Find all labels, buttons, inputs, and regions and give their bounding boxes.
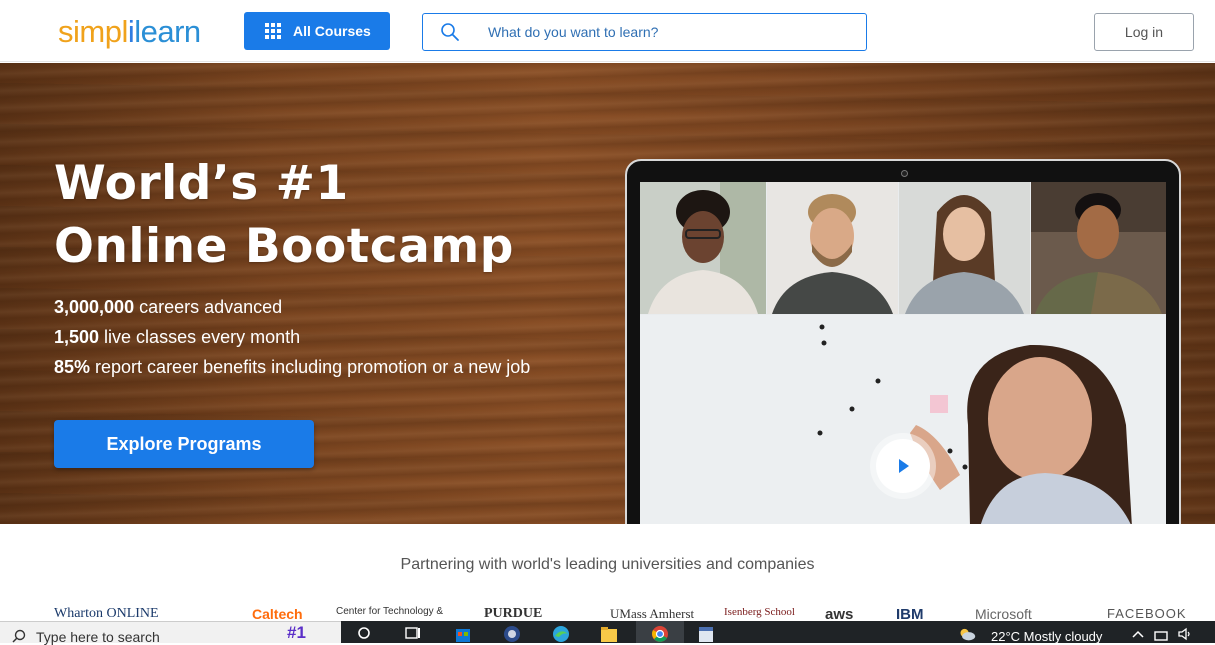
file-explorer-icon[interactable] <box>600 624 618 642</box>
taskbar-weather-text[interactable]: 22°C Mostly cloudy <box>991 629 1102 644</box>
partner-logos-strip: Wharton ONLINE Caltech Center for Techno… <box>0 606 1215 621</box>
partners-heading: Partnering with world's leading universi… <box>400 556 815 573</box>
video-call-screen <box>640 182 1166 524</box>
participant-tile-1 <box>640 182 766 314</box>
store-icon[interactable] <box>454 624 472 642</box>
taskbar-search-icon <box>12 629 26 643</box>
all-courses-label: All Courses <box>293 23 371 39</box>
participant-tile-2 <box>767 182 898 314</box>
partner-logo-purdue: PURDUE <box>484 606 543 621</box>
hero-title: World’s #1 Online Bootcamp <box>54 152 514 278</box>
network-icon[interactable] <box>1152 624 1170 642</box>
chevron-up-icon[interactable] <box>1129 624 1147 642</box>
presenter-video <box>640 315 1166 524</box>
partner-logo-umass: UMass Amherst <box>610 606 695 621</box>
edge-icon[interactable] <box>552 624 570 642</box>
stat-value: 3,000,000 <box>54 297 135 317</box>
taskbar-promo-badge: #1 <box>287 623 306 642</box>
simplilearn-logo[interactable]: simplilearn <box>58 14 201 50</box>
login-button[interactable]: Log in <box>1094 13 1194 51</box>
play-icon <box>899 459 909 473</box>
partner-logo-isenberg: Isenberg School <box>724 606 795 618</box>
search-icon <box>441 23 459 41</box>
hero-stats: 3,000,000 careers advanced 1,500 live cl… <box>54 292 530 382</box>
all-courses-button[interactable]: All Courses <box>244 12 390 50</box>
windows-taskbar: Type here to search #1 22°C Mostly cloud… <box>0 621 1215 645</box>
task-view-icon[interactable] <box>404 624 422 642</box>
top-navbar: simplilearn All Courses Log in <box>0 0 1215 62</box>
stat-benefits: 85% report career benefits including pro… <box>54 352 530 382</box>
explore-programs-button[interactable]: Explore Programs <box>54 420 314 468</box>
chrome-taskbar-button[interactable] <box>636 621 684 643</box>
partner-logo-aws: aws <box>825 606 854 621</box>
app-icon[interactable] <box>503 624 521 642</box>
partner-logo-facebook: FACEBOOK <box>1107 606 1187 621</box>
notepad-app-icon[interactable] <box>697 624 715 642</box>
search-input[interactable] <box>488 24 838 40</box>
stat-text: report career benefits including promoti… <box>90 357 531 377</box>
stat-value: 85% <box>54 357 91 377</box>
weather-cloudy-icon[interactable] <box>958 624 976 642</box>
participant-tile-4 <box>1031 182 1166 314</box>
volume-icon[interactable] <box>1176 624 1194 642</box>
chrome-icon <box>652 626 668 642</box>
partner-logo-ibm: IBM <box>896 606 924 621</box>
stat-value: 1,500 <box>54 327 100 347</box>
search-bar[interactable] <box>422 13 867 51</box>
hero-banner: World’s #1 Online Bootcamp 3,000,000 car… <box>0 63 1215 524</box>
grid-menu-icon <box>265 23 281 39</box>
webcam-dot <box>901 170 908 177</box>
hero-title-line-1: World’s #1 <box>54 156 349 211</box>
partner-logo-ctme: Center for Technology & <box>336 606 444 617</box>
stat-text: careers advanced <box>134 297 283 317</box>
taskbar-search-box[interactable]: Type here to search #1 <box>0 621 341 645</box>
stat-classes: 1,500 live classes every month <box>54 322 530 352</box>
logo-part-simpl: simpl <box>58 14 128 49</box>
partner-logo-microsoft: Microsoft <box>975 606 1032 621</box>
hero-title-line-2: Online Bootcamp <box>54 219 514 274</box>
logo-part-learn: learn <box>134 14 201 49</box>
partner-logo-wharton: Wharton ONLINE <box>54 606 159 621</box>
stat-careers: 3,000,000 careers advanced <box>54 292 530 322</box>
task-view-search-icon[interactable] <box>356 624 374 642</box>
partner-logo-caltech: Caltech <box>252 606 303 621</box>
play-video-button[interactable] <box>876 439 930 493</box>
laptop-video-illustration <box>625 159 1181 524</box>
stat-text: live classes every month <box>99 327 301 347</box>
participant-tile-3 <box>899 182 1030 314</box>
